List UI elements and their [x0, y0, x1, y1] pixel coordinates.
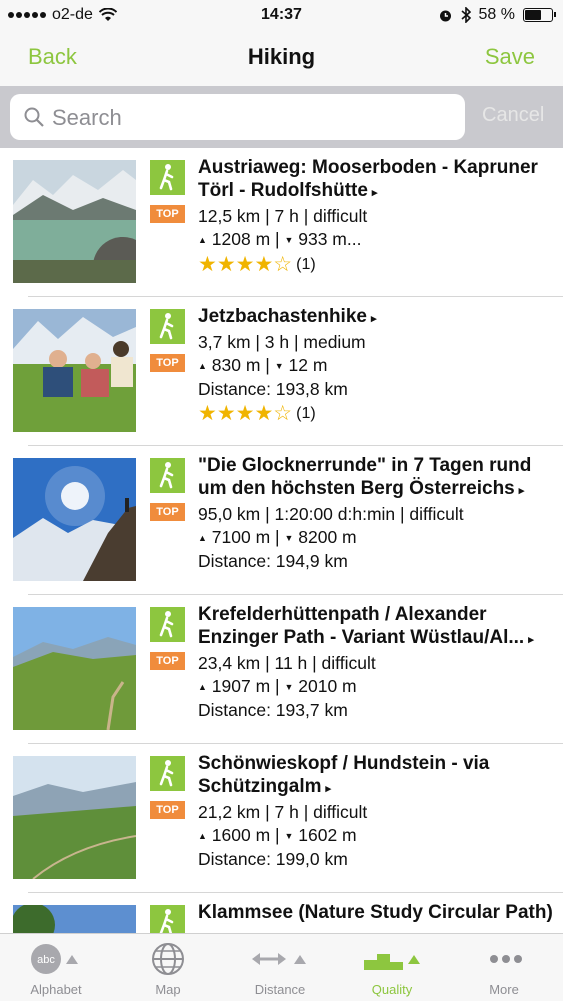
tab-label: Quality	[371, 982, 413, 997]
item-distance: Distance: 193,7 km	[198, 700, 348, 720]
descent-icon: ▼	[284, 235, 294, 245]
battery-icon	[523, 8, 556, 22]
tab-quality[interactable]: Quality	[336, 934, 448, 1001]
hiking-icon	[150, 458, 185, 493]
abc-sort-icon: abc	[31, 944, 78, 974]
item-title: "Die Glocknerrunde" in 7 Tagen rund um d…	[198, 455, 532, 499]
save-button[interactable]: Save	[485, 44, 535, 70]
page-title: Hiking	[247, 44, 316, 69]
tab-label: More	[489, 982, 519, 997]
alarm-icon	[439, 10, 451, 21]
rating-stars: ★★★★☆	[198, 402, 293, 425]
item-distance: Distance: 199,0 km	[198, 849, 348, 869]
hiking-icon	[150, 756, 185, 791]
hiking-icon	[150, 905, 185, 933]
navigation-bar: Back Hiking Save	[0, 30, 563, 86]
ascent-icon: ▲	[198, 361, 207, 371]
descent-icon: ▼	[274, 361, 284, 371]
rating-count: (1)	[296, 256, 316, 273]
tab-label: Distance	[254, 982, 306, 997]
disclosure-arrow-icon: ▸	[528, 634, 534, 646]
more-dots-icon	[490, 955, 522, 963]
disclosure-arrow-icon: ▸	[371, 187, 378, 199]
tab-alphabet[interactable]: abc Alphabet	[0, 934, 112, 1001]
distance-arrows-icon	[252, 953, 306, 965]
tab-bar: abc Alphabet Map Distance Quality More	[0, 933, 563, 1001]
top-badge: TOP	[150, 652, 185, 670]
descent: 2010 m	[298, 676, 357, 696]
tab-distance[interactable]: Distance	[224, 934, 336, 1001]
search-input[interactable]: Search	[10, 94, 465, 140]
search-placeholder: Search	[52, 105, 122, 130]
podium-icon	[364, 954, 420, 970]
hiking-icon	[150, 309, 185, 344]
disclosure-arrow-icon: ▸	[518, 485, 525, 497]
disclosure-arrow-icon: ▸	[325, 783, 332, 795]
descent-icon: ▼	[284, 533, 294, 543]
list-item[interactable]: TOP Krefelderhüttenpath / Alexander Enzi…	[0, 595, 563, 744]
ascent: 7100 m	[211, 527, 271, 547]
search-bar: Search Cancel	[0, 86, 563, 148]
item-stats: 3,7 km | 3 h | medium	[198, 332, 366, 352]
item-stats: 21,2 km | 7 h | difficult	[198, 802, 368, 822]
descent: 1602 m	[298, 825, 357, 845]
hike-list: TOP Austriaweg: Mooserboden - Kapruner T…	[0, 148, 563, 933]
ascent-icon: ▲	[198, 831, 207, 841]
disclosure-arrow-icon: ▸	[370, 313, 377, 325]
status-bar: o2-de 14:37 58 %	[0, 0, 563, 30]
hike-photo	[13, 458, 136, 581]
bluetooth-icon	[461, 7, 471, 23]
hike-photo	[13, 607, 136, 730]
hiking-icon	[150, 607, 185, 642]
tab-map[interactable]: Map	[112, 934, 224, 1001]
hiking-icon	[150, 160, 185, 195]
search-icon	[24, 107, 44, 127]
hike-photo	[13, 160, 136, 283]
item-stats: 12,5 km | 7 h | difficult	[198, 206, 368, 226]
list-item[interactable]: Klammsee (Nature Study Circular Path)	[0, 893, 563, 933]
ascent: 1208 m	[211, 229, 271, 249]
top-badge: TOP	[150, 801, 185, 819]
item-stats: 95,0 km | 1:20:00 d:h:min | difficult	[198, 504, 464, 524]
item-title: Krefelderhüttenpath / Alexander Enzinger…	[198, 604, 525, 648]
list-item[interactable]: TOP Schönwieskopf / Hundstein - via Schü…	[0, 744, 563, 893]
ascent-icon: ▲	[198, 533, 207, 543]
item-distance: Distance: 193,8 km	[198, 379, 348, 399]
item-title: Schönwieskopf / Hundstein - via Schützin…	[198, 753, 490, 797]
top-badge: TOP	[150, 205, 185, 223]
ascent: 830 m	[211, 355, 261, 375]
descent: 12 m	[288, 355, 328, 375]
tab-more[interactable]: More	[448, 934, 560, 1001]
hike-photo	[13, 905, 136, 933]
item-stats: 23,4 km | 11 h | difficult	[198, 653, 376, 673]
list-item[interactable]: TOP Austriaweg: Mooserboden - Kapruner T…	[0, 148, 563, 297]
ascent-icon: ▲	[198, 682, 207, 692]
ascent: 1600 m	[211, 825, 271, 845]
rating-stars: ★★★★☆	[198, 253, 293, 276]
hike-photo	[13, 309, 136, 432]
item-title: Klammsee (Nature Study Circular Path)	[198, 902, 553, 923]
globe-icon	[152, 943, 184, 975]
list-item[interactable]: TOP Jetzbachastenhike ▸ 3,7 km | 3 h | me…	[0, 297, 563, 446]
descent-icon: ▼	[284, 682, 294, 692]
tab-label: Map	[155, 982, 181, 997]
item-distance: Distance: 194,9 km	[198, 551, 348, 571]
list-item[interactable]: TOP "Die Glocknerrunde" in 7 Tagen rund …	[0, 446, 563, 595]
abc-glyph: abc	[37, 954, 55, 966]
descent: 933 m...	[298, 229, 362, 249]
top-badge: TOP	[150, 354, 185, 372]
descent: 8200 m	[298, 527, 357, 547]
rating-count: (1)	[296, 405, 316, 422]
tab-label: Alphabet	[30, 982, 82, 997]
item-title: Jetzbachastenhike	[198, 306, 367, 327]
cancel-button[interactable]: Cancel	[482, 104, 544, 127]
hike-photo	[13, 756, 136, 879]
ascent-icon: ▲	[198, 235, 207, 245]
top-badge: TOP	[150, 503, 185, 521]
item-title: Austriaweg: Mooserboden - Kapruner Törl …	[198, 157, 538, 201]
battery-percent: 58 %	[478, 6, 515, 23]
ascent: 1907 m	[211, 676, 271, 696]
descent-icon: ▼	[284, 831, 294, 841]
